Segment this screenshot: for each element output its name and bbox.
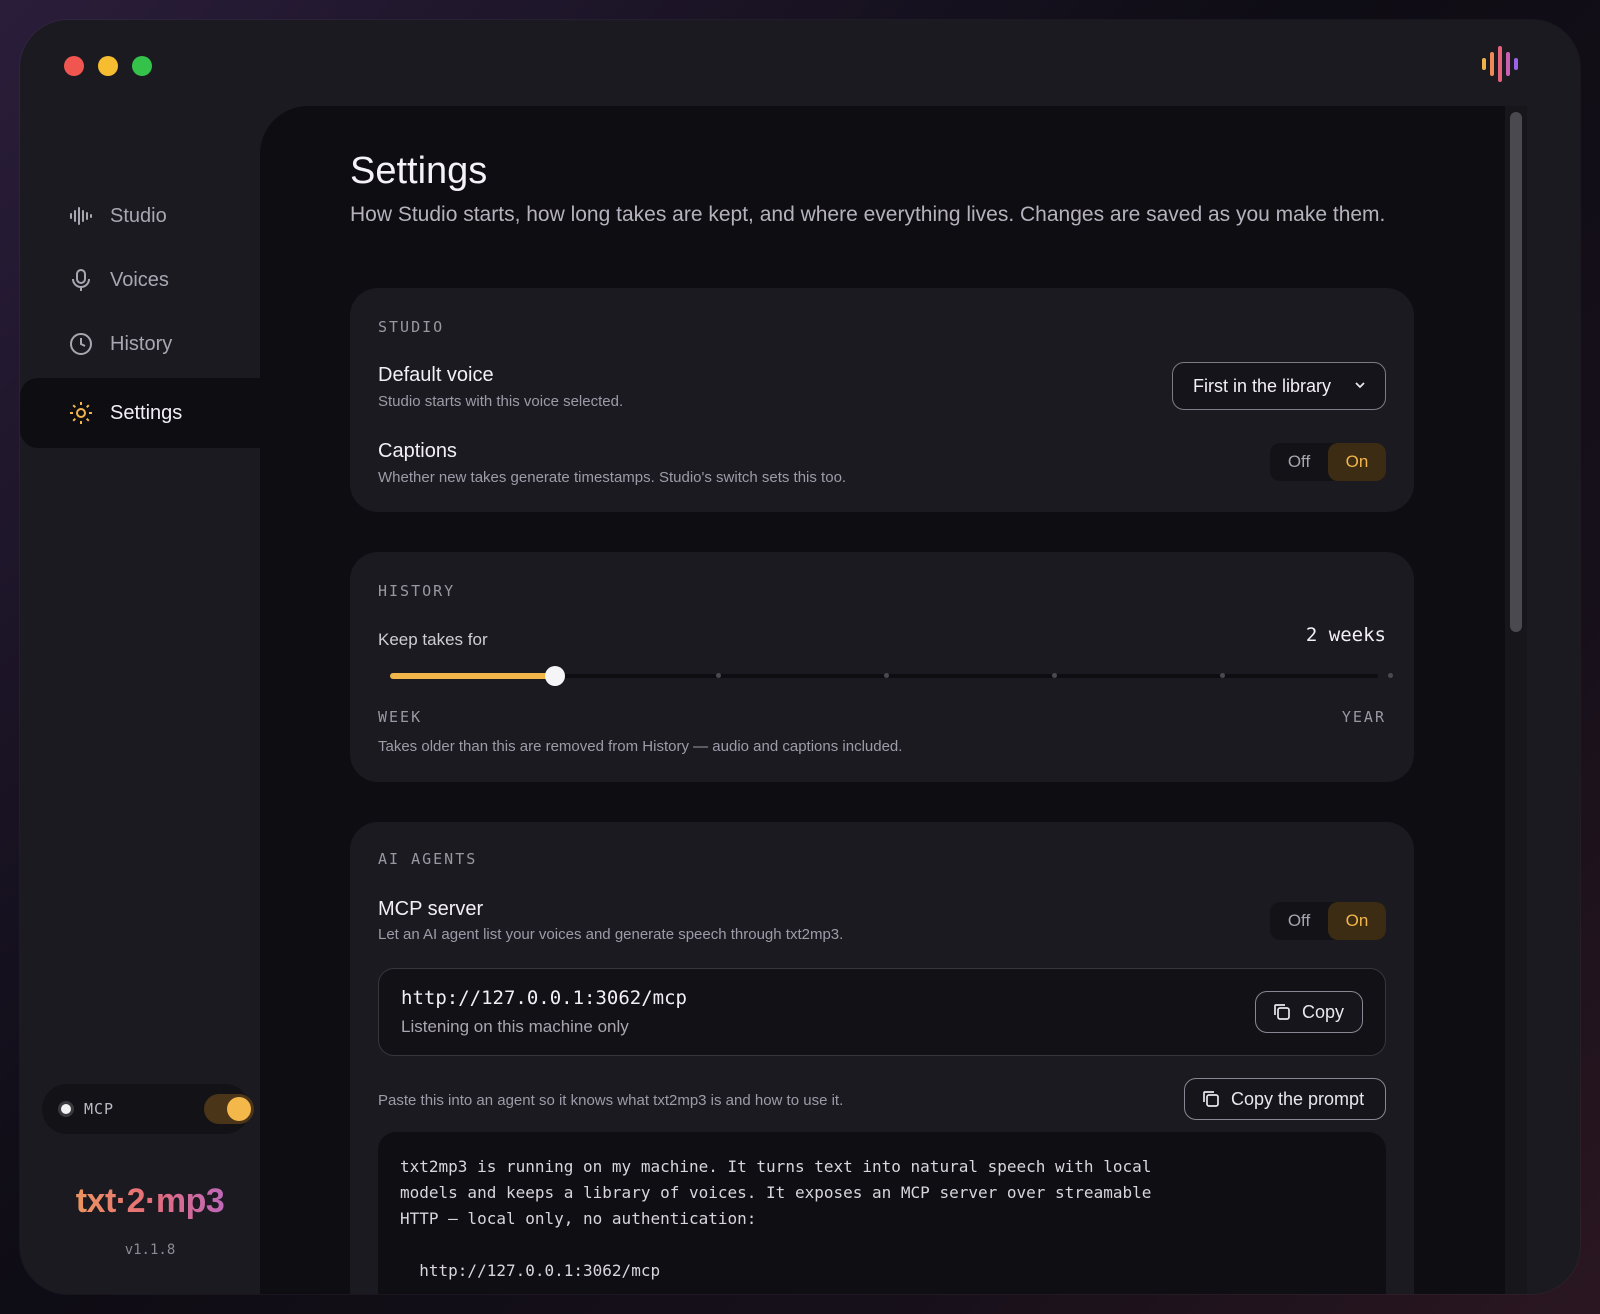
clock-icon xyxy=(68,331,94,357)
mcp-server-toggle: Off On xyxy=(1270,902,1386,940)
captions-desc: Whether new takes generate timestamps. S… xyxy=(378,469,847,486)
copy-prompt-button[interactable]: Copy the prompt xyxy=(1184,1078,1386,1120)
sidebar-item-voices[interactable]: Voices xyxy=(42,248,262,312)
agent-prompt-text: txt2mp3 is running on my machine. It tur… xyxy=(400,1157,1152,1280)
page-title: Settings xyxy=(350,150,488,192)
app-version: v1.1.8 xyxy=(124,1242,176,1258)
keep-takes-label: Keep takes for xyxy=(378,630,488,649)
section-heading: HISTORY xyxy=(378,582,456,600)
page-subtitle: How Studio starts, how long takes are ke… xyxy=(350,203,1386,226)
toggle-knob xyxy=(227,1097,251,1121)
main-scrollbar[interactable] xyxy=(1505,106,1527,1294)
studio-card: STUDIO Default voice Studio starts with … xyxy=(350,288,1414,512)
default-voice-title: Default voice xyxy=(378,364,494,386)
sidebar-item-studio[interactable]: Studio xyxy=(42,184,262,248)
copy-prompt-label: Copy the prompt xyxy=(1231,1088,1365,1109)
copy-icon xyxy=(1203,1091,1219,1107)
mcp-quick-toggle[interactable] xyxy=(204,1094,254,1124)
slider-tick xyxy=(1052,673,1057,678)
captions-on-option[interactable]: On xyxy=(1328,443,1386,481)
default-voice-desc: Studio starts with this voice selected. xyxy=(378,393,624,410)
sidebar-nav: Studio Voices History Settings xyxy=(20,184,308,448)
retention-desc: Takes older than this are removed from H… xyxy=(378,738,903,755)
slider-tick xyxy=(716,673,721,678)
sidebar-item-label: History xyxy=(110,332,173,355)
copy-url-button[interactable]: Copy xyxy=(1255,991,1363,1033)
captions-off-option[interactable]: Off xyxy=(1270,443,1328,481)
settings-panel: Settings How Studio starts, how long tak… xyxy=(260,106,1524,1294)
slider-min-label: WEEK xyxy=(378,708,423,726)
captions-toggle: Off On xyxy=(1270,443,1386,481)
mcp-on-option[interactable]: On xyxy=(1328,902,1386,940)
default-voice-value: First in the library xyxy=(1193,375,1332,396)
copy-label: Copy xyxy=(1302,1001,1345,1022)
slider-tick xyxy=(1220,673,1225,678)
mcp-label: MCP xyxy=(84,1100,115,1118)
chevron-down-icon xyxy=(1355,382,1365,389)
app-window: Studio Voices History Settings MCP txt·2… xyxy=(20,20,1580,1294)
scrollbar-thumb[interactable] xyxy=(1510,112,1522,632)
keep-takes-value: 2 weeks xyxy=(1305,624,1386,646)
history-card: HISTORY Keep takes for 2 weeks WEEK YEAR… xyxy=(350,552,1414,782)
agent-prompt-box: txt2mp3 is running on my machine. It tur… xyxy=(378,1132,1386,1294)
mcp-off-option[interactable]: Off xyxy=(1270,902,1328,940)
sidebar-item-label: Studio xyxy=(110,204,167,227)
microphone-icon xyxy=(68,267,94,293)
sidebar: Studio Voices History Settings MCP txt·2… xyxy=(20,20,308,1294)
prompt-hint: Paste this into an agent so it knows wha… xyxy=(378,1092,844,1109)
mcp-url: http://127.0.0.1:3062/mcp xyxy=(401,987,687,1009)
app-logo-icon xyxy=(1482,46,1518,82)
slider-tick xyxy=(884,673,889,678)
copy-icon xyxy=(1274,1004,1290,1020)
slider-tick xyxy=(1388,673,1393,678)
mcp-server-desc: Let an AI agent list your voices and gen… xyxy=(378,926,844,943)
default-voice-select[interactable]: First in the library xyxy=(1172,362,1386,410)
section-heading: STUDIO xyxy=(378,318,445,336)
captions-title: Captions xyxy=(378,440,457,462)
mcp-status-pill: MCP xyxy=(42,1084,254,1134)
sun-gear-icon xyxy=(68,400,94,426)
section-heading: AI AGENTS xyxy=(378,850,478,868)
sidebar-item-label: Settings xyxy=(110,401,183,424)
sidebar-item-history[interactable]: History xyxy=(42,312,262,376)
retention-slider-handle[interactable] xyxy=(544,666,565,686)
mcp-server-title: MCP server xyxy=(378,898,484,920)
retention-slider-fill xyxy=(390,673,555,679)
slider-max-label: YEAR xyxy=(1341,708,1386,726)
brand-wordmark: txt·2·mp3 xyxy=(20,1182,280,1221)
mcp-url-note: Listening on this machine only xyxy=(401,1017,629,1036)
ai-agents-card: AI AGENTS MCP server Let an AI agent lis… xyxy=(350,822,1414,1294)
sidebar-item-label: Voices xyxy=(110,268,169,291)
mcp-url-box: http://127.0.0.1:3062/mcp Listening on t… xyxy=(378,968,1386,1056)
waveform-icon xyxy=(68,203,94,229)
mcp-status-dot xyxy=(58,1101,74,1117)
